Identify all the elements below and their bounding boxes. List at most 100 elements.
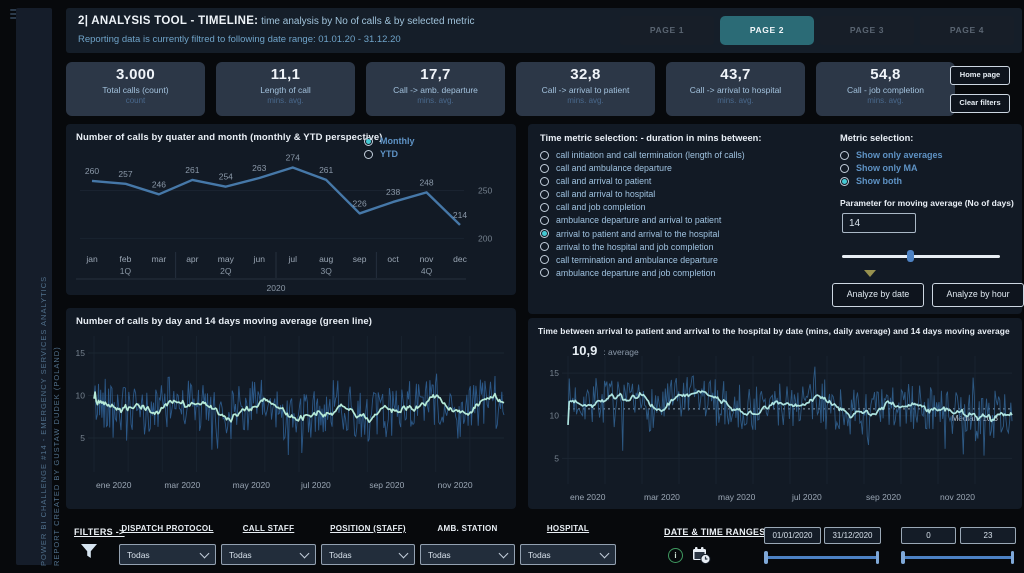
chart-text: 10 [76, 391, 86, 401]
date-to-input[interactable] [824, 527, 881, 544]
chart-text: may 2020 [233, 480, 271, 490]
daily-calls-title: Number of calls by day and 14 days movin… [76, 316, 372, 327]
radio-selected-icon[interactable] [840, 177, 849, 186]
kpi-sub: mins. avg. [666, 96, 805, 105]
monthly-legend-option[interactable]: Monthly [364, 136, 415, 146]
metric-selection-option[interactable]: Show both [840, 176, 943, 186]
filter-dropdown[interactable]: Todas [321, 544, 415, 565]
metric-selection-option[interactable]: Show only MA [840, 163, 943, 173]
chart-text: 214 [453, 210, 467, 220]
filter-group-label: DISPATCH PROTOCOL [119, 524, 216, 538]
radio-unselected-icon[interactable] [540, 268, 549, 277]
monthly-line-series [92, 167, 460, 224]
chart-text: aug [319, 254, 333, 264]
hour-from-input[interactable] [901, 527, 956, 544]
tab-page-2[interactable]: PAGE 2 [720, 16, 814, 45]
radio-selected-icon[interactable] [540, 229, 549, 238]
time-metric-option[interactable]: call and job completion [540, 202, 745, 212]
date-from-input[interactable] [764, 527, 821, 544]
kpi-label: Call -> amb. departure [366, 85, 505, 95]
date-time-ranges-label: DATE & TIME RANGES -> [664, 527, 777, 537]
kpi-label: Call -> arrival to hospital [666, 85, 805, 95]
chart-text: ene 2020 [96, 480, 132, 490]
radio-unselected-icon[interactable] [540, 164, 549, 173]
date-range-slider[interactable] [764, 551, 879, 564]
kpi-sub: mins. avg. [366, 96, 505, 105]
time-metric-label: arrival to the hospital and job completi… [556, 242, 713, 252]
hour-to-input[interactable] [960, 527, 1016, 544]
tab-page-4[interactable]: PAGE 4 [920, 16, 1014, 45]
time-metric-label: call and ambulance departure [556, 163, 672, 173]
chevron-down-icon [600, 548, 610, 558]
chart-text: mar [152, 254, 167, 264]
daily-metric-chart[interactable]: 15105Median: 10,8ene 2020mar 2020may 202… [534, 350, 1018, 508]
time-metric-option[interactable]: arrival to patient and arrival to the ho… [540, 229, 745, 239]
slider-handle-left[interactable] [764, 551, 768, 564]
chart-text: 200 [478, 233, 492, 243]
chart-text: 238 [386, 187, 400, 197]
info-icon[interactable]: i [668, 548, 683, 563]
chart-text: 261 [185, 165, 199, 175]
metric-selection-label: Show both [856, 176, 902, 186]
radio-unselected-icon[interactable] [540, 151, 549, 160]
radio-unselected-icon[interactable] [540, 177, 549, 186]
chart-text: 5 [554, 453, 559, 463]
tab-page-3[interactable]: PAGE 3 [820, 16, 914, 45]
slider-handle-left[interactable] [901, 551, 905, 564]
filter-dropdown[interactable]: Todas [119, 544, 216, 565]
daily-calls-chart[interactable]: 15105ene 2020mar 2020may 2020jul 2020sep… [70, 330, 510, 496]
time-metric-option[interactable]: ambulance departure and arrival to patie… [540, 215, 745, 225]
analyze-by-hour-button[interactable]: Analyze by hour [932, 283, 1024, 307]
time-metric-option[interactable]: call and arrival to hospital [540, 189, 745, 199]
kpi-label: Total calls (count) [66, 85, 205, 95]
calendar-clock-icon[interactable] [692, 546, 712, 565]
slider-handle-right[interactable] [876, 551, 880, 564]
time-metric-option[interactable]: ambulance departure and job completion [540, 268, 745, 278]
radio-unselected-icon[interactable] [540, 216, 549, 225]
ma-parameter-input[interactable] [842, 213, 916, 233]
radio-selected-icon[interactable] [364, 137, 373, 146]
monthly-chart-title: Number of calls by quater and month (mon… [76, 132, 382, 143]
filter-group-call-staff: CALL STAFFTodas [221, 524, 316, 565]
radio-unselected-icon[interactable] [540, 190, 549, 199]
analyze-by-date-button[interactable]: Analyze by date [832, 283, 924, 307]
clear-filters-button[interactable]: Clear filters [950, 94, 1010, 113]
tab-page-1[interactable]: PAGE 1 [620, 16, 714, 45]
time-metric-option[interactable]: call and arrival to patient [540, 176, 745, 186]
radio-unselected-icon[interactable] [540, 255, 549, 264]
filter-dropdown[interactable]: Todas [520, 544, 616, 565]
hour-range-slider[interactable] [901, 551, 1014, 564]
filter-dropdown-value: Todas [428, 550, 451, 560]
time-metric-option[interactable]: call termination and ambulance departure [540, 255, 745, 265]
time-metric-option[interactable]: arrival to the hospital and job completi… [540, 242, 745, 252]
filter-dropdown[interactable]: Todas [221, 544, 316, 565]
ma-parameter-slider[interactable] [842, 250, 1000, 262]
filter-group-label: POSITION (STAFF) [321, 524, 415, 538]
filter-funnel-icon[interactable] [80, 543, 99, 560]
slider-thumb[interactable] [907, 250, 914, 262]
kpi-value: 43,7 [666, 66, 805, 83]
metric-selection-option[interactable]: Show only averages [840, 150, 943, 160]
chart-text: 1Q [120, 266, 132, 276]
radio-unselected-icon[interactable] [840, 151, 849, 160]
chart-text: 257 [118, 169, 132, 179]
kpi-card: 32,8Call -> arrival to patientmins. avg. [516, 62, 655, 116]
home-page-button[interactable]: Home page [950, 66, 1010, 85]
monthly-line-chart[interactable]: 2502002602572462612542632742612262382482… [66, 146, 516, 296]
time-metric-title: Time metric selection: - duration in min… [540, 133, 761, 143]
chart-text: 2020 [267, 283, 286, 293]
chart-text: 15 [550, 368, 560, 378]
chart-text: ene 2020 [570, 492, 606, 502]
chart-text: 260 [85, 166, 99, 176]
slider-handle-right[interactable] [1011, 551, 1015, 564]
chart-text: sep 2020 [866, 492, 901, 502]
chart-text: 3Q [321, 266, 333, 276]
time-metric-option[interactable]: call and ambulance departure [540, 163, 745, 173]
time-metric-label: call and job completion [556, 202, 646, 212]
radio-unselected-icon[interactable] [840, 164, 849, 173]
filter-dropdown[interactable]: Todas [420, 544, 515, 565]
chevron-down-icon [399, 548, 409, 558]
radio-unselected-icon[interactable] [540, 203, 549, 212]
time-metric-option[interactable]: call initiation and call termination (le… [540, 150, 745, 160]
radio-unselected-icon[interactable] [540, 242, 549, 251]
